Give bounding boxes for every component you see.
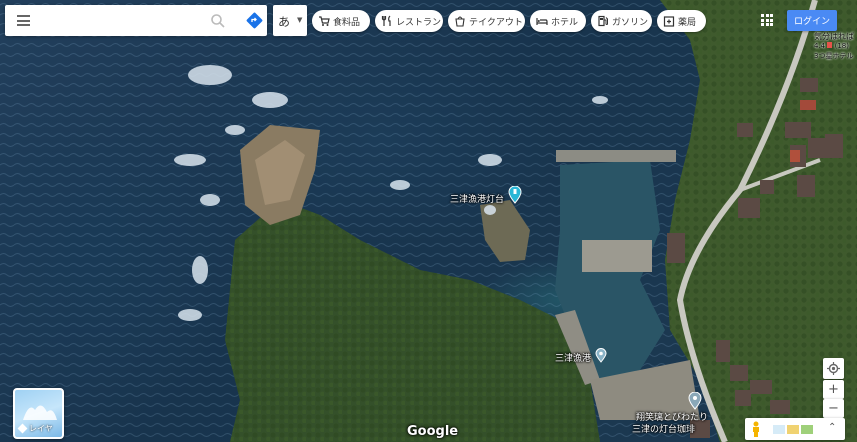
corner-place-label[interactable]: 気分はれば [814,31,854,42]
layers-icon [17,423,28,434]
imagery-strip: ⌃ [745,418,845,440]
input-method-toggle[interactable]: あ ▼ [273,5,307,36]
login-button[interactable]: ログイン [787,10,837,31]
ime-label: あ [278,15,291,29]
layers-button[interactable]: レイヤ [13,388,64,439]
chip-label: テイクアウト [469,17,523,28]
corner-hotel-class: 3つ星ホテル [814,52,854,60]
chevron-down-icon: ▼ [297,16,303,24]
satellite-imagery [0,0,857,442]
directions-icon[interactable] [246,12,263,29]
chip-label: ホテル [551,17,579,28]
chip-label: ガソリン [612,17,649,28]
corner-rating: 4.4 (18) [814,42,849,50]
zoom-out-button[interactable]: − [823,399,844,418]
chip-label: 薬局 [678,17,697,28]
chip-pharmacy[interactable]: 薬局 [657,10,706,32]
zoom-in-button[interactable]: + [823,380,844,399]
harbor-marker-icon[interactable] [595,348,607,363]
star-icon [827,42,833,48]
chip-label: レストラン [396,17,442,28]
gas-pump-icon [597,15,609,27]
chip-hotels[interactable]: ホテル [530,10,586,32]
menu-icon[interactable] [17,15,30,26]
cafe-marker-icon[interactable] [688,392,702,410]
place-label-lighthouse[interactable]: 三津漁港灯台 [450,192,504,205]
chip-label: 食料品 [333,17,361,28]
chevron-up-icon[interactable]: ⌃ [828,422,836,433]
pegman-icon[interactable] [751,421,761,437]
imagery-thumb-3[interactable] [801,425,813,434]
lighthouse-marker-icon[interactable] [508,186,522,204]
bed-icon [536,15,548,27]
search-icon[interactable] [210,13,226,29]
chip-takeout[interactable]: テイクアウト [448,10,525,32]
apps-grid-icon[interactable] [761,14,773,26]
imagery-thumb-1[interactable] [773,425,785,434]
place-label-harbor[interactable]: 三津漁港 [555,351,591,364]
cart-icon [318,15,330,27]
layer-thumbnail [23,405,57,420]
chip-groceries[interactable]: 食料品 [312,10,370,32]
layers-label: レイヤ [17,423,53,434]
google-logo: Google [407,424,459,439]
location-target-icon [827,362,840,375]
my-location-button[interactable] [823,358,844,379]
satellite-map[interactable]: 三津漁港灯台 三津漁港 翔笑璃とびわたり 三津の灯台珈琲 気分はれば 4.4 (… [0,0,857,442]
takeout-icon [454,15,466,27]
place-label-cafe-sub[interactable]: 三津の灯台珈琲 [632,422,695,435]
chip-restaurants[interactable]: レストラン [375,10,443,32]
fork-knife-icon [381,15,393,27]
pharmacy-icon [663,15,675,27]
search-box [5,5,267,36]
search-input[interactable] [41,9,205,33]
imagery-thumb-2[interactable] [787,425,799,434]
chip-gas[interactable]: ガソリン [591,10,652,32]
